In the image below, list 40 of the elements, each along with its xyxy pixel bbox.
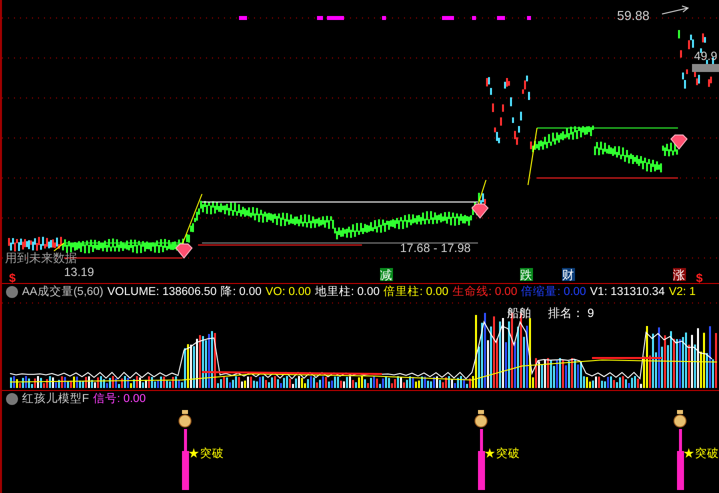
signal-bar	[182, 429, 189, 490]
diamond-icon	[471, 204, 489, 219]
price-label: 13.19	[64, 265, 94, 279]
legend-value: 降: 0.00	[220, 284, 262, 300]
money-bag-icon	[474, 410, 488, 428]
legend-value: VO: 0.00	[266, 284, 311, 300]
marker-text: 财	[562, 268, 574, 282]
money-bag-icon	[178, 410, 192, 428]
legend-value: 生命线: 0.00	[452, 284, 518, 300]
money-bag-icon	[674, 410, 686, 428]
breakout-label: ★突破	[188, 448, 224, 460]
legend-value: 地里柱: 0.00	[314, 284, 380, 300]
price-label: 49.9	[694, 49, 718, 63]
legend-value: V1: 131310.34	[590, 284, 665, 300]
arrow-icon	[662, 6, 690, 14]
price-range-label: 17.68 - 17.98	[400, 241, 471, 255]
indicator-title: AA成交量(5,60)	[22, 284, 104, 300]
industry-label: 船舶	[507, 306, 531, 320]
marker-text: 涨	[673, 268, 685, 282]
diamond-icon	[175, 244, 193, 259]
dollar-marker: $	[9, 271, 16, 283]
price-label: 59.88	[617, 8, 650, 23]
signal-bar	[677, 429, 684, 490]
collapse-toggle-icon[interactable]	[6, 286, 18, 298]
legend-value: VOLUME: 138606.50	[107, 284, 217, 300]
rank-label: 排名： 9	[548, 306, 594, 320]
signal-bar	[478, 429, 485, 490]
signal-value: 信号: 0.00	[93, 392, 146, 406]
dollar-marker: $	[696, 271, 703, 283]
marker-text: 跌	[520, 268, 532, 282]
legend-value: V2: 1	[668, 284, 696, 300]
legend-value: 倍缩量: 0.00	[521, 284, 586, 300]
price-marker	[692, 64, 719, 72]
diamond-icon	[670, 134, 688, 150]
indicator-title: 红孩儿模型F	[22, 392, 90, 406]
breakout-label: ★突破	[683, 448, 719, 460]
collapse-toggle-icon[interactable]	[6, 393, 18, 405]
marker-text: 减	[380, 268, 392, 282]
breakout-label: ★突破	[484, 448, 520, 460]
legend-value: 倍里柱: 0.00	[384, 284, 448, 300]
